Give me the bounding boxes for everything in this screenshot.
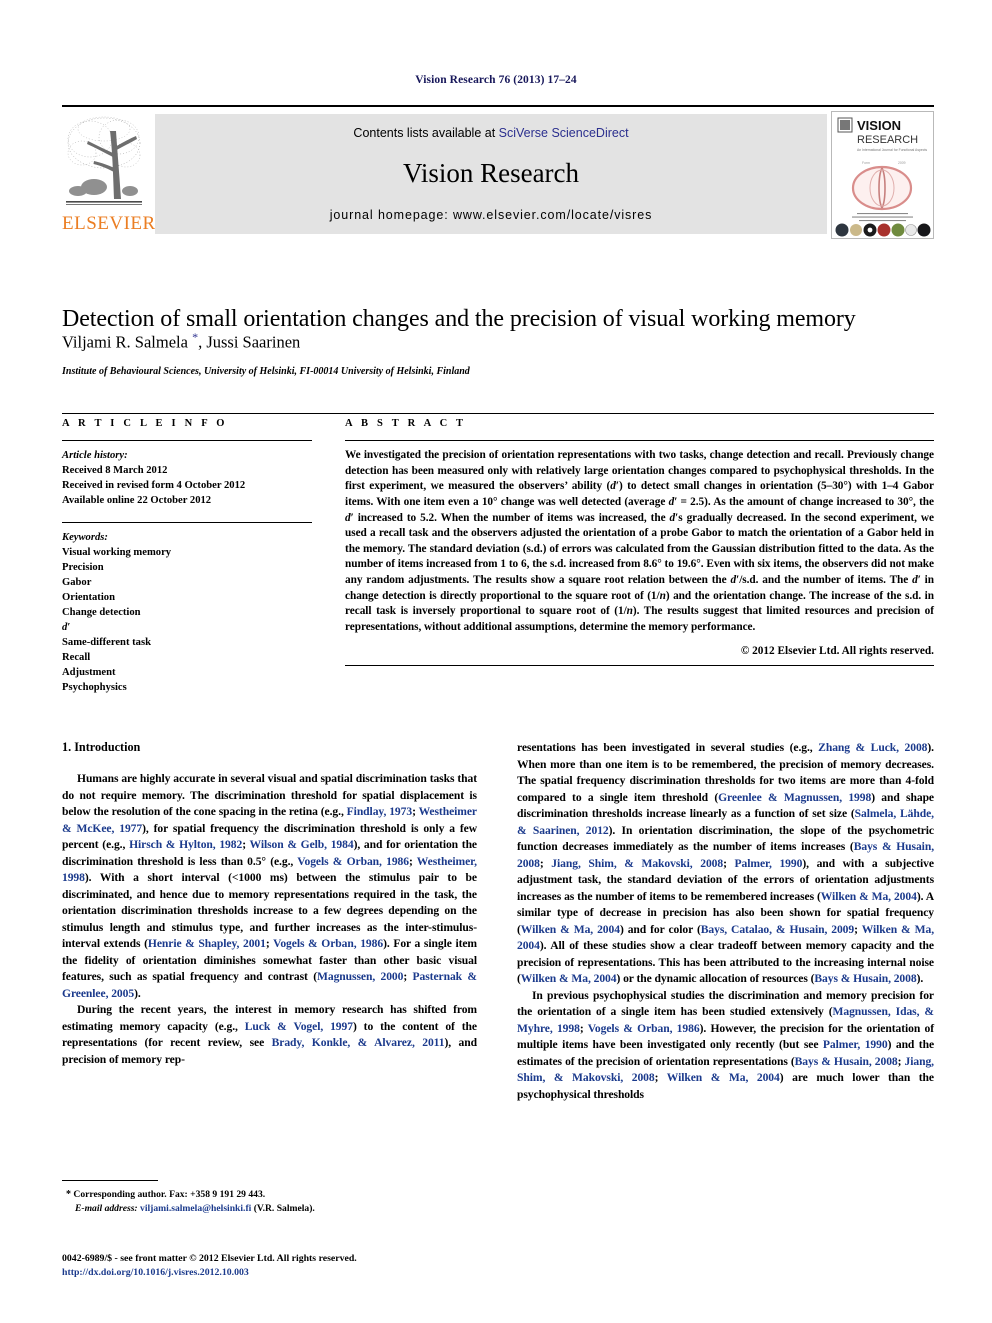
- affiliation: Institute of Behavioural Sciences, Unive…: [62, 366, 470, 377]
- svg-text:VISION: VISION: [857, 118, 901, 133]
- article-history-label: Article history:: [62, 450, 128, 461]
- author-primary: Viljami R. Salmela: [62, 332, 193, 352]
- doi-link[interactable]: http://dx.doi.org/10.1016/j.visres.2012.…: [62, 1266, 562, 1280]
- keyword-2: Gabor: [62, 577, 92, 589]
- article-info-heading: A R T I C L E I N F O: [62, 418, 228, 429]
- article-history: Article history: Received 8 March 2012 R…: [62, 448, 312, 508]
- paper-page: Vision Research 76 (2013) 17–24 ELSEVIER…: [0, 0, 992, 1323]
- keyword-8: Adjustment: [62, 667, 116, 679]
- footnote-email-suffix: (V.R. Salmela).: [251, 1203, 315, 1215]
- elsevier-tree-icon: [64, 113, 144, 209]
- journal-masthead: ELSEVIER Contents lists available at Sci…: [62, 105, 934, 239]
- keyword-3: Orientation: [62, 592, 115, 604]
- running-head: Vision Research 76 (2013) 17–24: [415, 74, 577, 86]
- footnote-block: * Corresponding author. Fax: +358 9 191 …: [62, 1180, 477, 1217]
- keyword-1: Precision: [62, 562, 104, 574]
- abstract-bottom-rule: [345, 664, 934, 666]
- footnote-email-line: E-mail address: viljami.salmela@helsinki…: [62, 1202, 477, 1216]
- svg-text:Form: Form: [862, 161, 870, 165]
- abstract-heading: A B S T R A C T: [345, 418, 467, 429]
- journal-homepage-link[interactable]: journal homepage: www.elsevier.com/locat…: [155, 208, 827, 222]
- history-item-1: Received in revised form 4 October 2012: [62, 480, 246, 492]
- keyword-4: Change detection: [62, 607, 141, 619]
- keyword-5: d′: [62, 622, 71, 634]
- article-info-column: A R T I C L E I N F O Article history: R…: [62, 418, 312, 695]
- footnote-corresponding: * Corresponding author. Fax: +358 9 191 …: [62, 1187, 477, 1202]
- keywords-rule: [62, 522, 312, 524]
- info-abstract-top-rule: [62, 413, 934, 414]
- footnote-rule: [62, 1180, 158, 1181]
- paragraph-left-0: Humans are highly accurate in several vi…: [62, 772, 478, 1000]
- issn-copyright-line: 0042-6989/$ - see front matter © 2012 El…: [62, 1253, 357, 1264]
- sciencedirect-link[interactable]: SciVerse ScienceDirect: [499, 126, 629, 140]
- paragraph-left-1: During the recent years, the interest in…: [62, 1003, 477, 1066]
- section-heading-introduction: 1. Introduction: [62, 740, 141, 754]
- footnote-email-label: E-mail address:: [75, 1203, 138, 1215]
- abstract-body: We investigated the precision of orienta…: [345, 449, 934, 634]
- footnote-asterisk-icon: *: [66, 1189, 71, 1200]
- keyword-7: Recall: [62, 652, 91, 664]
- history-item-2: Available online 22 October 2012: [62, 495, 212, 507]
- article-info-rule: [62, 440, 312, 441]
- journal-cover-thumbnail: VISION RESEARCH An International Journal…: [831, 111, 934, 239]
- paragraph-right-1: In previous psychophysical studies the d…: [517, 988, 935, 1101]
- svg-text:An International Journal for F: An International Journal for Functional …: [857, 148, 927, 152]
- svg-text:RESEARCH: RESEARCH: [857, 134, 918, 146]
- keyword-6: Same-different task: [62, 637, 151, 649]
- keywords-list: Keywords: Visual working memory Precisio…: [62, 530, 312, 695]
- contents-prefix: Contents lists available at: [353, 126, 499, 140]
- keywords-label: Keywords:: [62, 532, 108, 544]
- journal-banner: Contents lists available at SciVerse Sci…: [155, 114, 827, 234]
- author-secondary: , Jussi Saarinen: [198, 332, 301, 352]
- bottom-matter: 0042-6989/$ - see front matter © 2012 El…: [62, 1252, 562, 1280]
- abstract-rule: [345, 440, 934, 441]
- footnote-text: * Corresponding author. Fax: +358 9 191 …: [62, 1187, 477, 1217]
- journal-title: Vision Research: [402, 158, 580, 188]
- abstract-copyright: © 2012 Elsevier Ltd. All rights reserved…: [740, 644, 934, 657]
- history-item-0: Received 8 March 2012: [62, 465, 168, 477]
- keyword-0: Visual working memory: [62, 547, 172, 559]
- contents-lists-line: Contents lists available at SciVerse Sci…: [155, 126, 827, 140]
- footnote-corresponding-text: Corresponding author. Fax: +358 9 191 29…: [73, 1189, 266, 1200]
- footnote-email-link[interactable]: viljami.salmela@helsinki.fi: [140, 1203, 251, 1214]
- abstract-column: A B S T R A C T We investigated the prec…: [345, 418, 934, 666]
- paragraph-right-0: resentations has been investigated in se…: [517, 741, 935, 986]
- author-list: Viljami R. Salmela *, Jussi Saarinen: [62, 330, 942, 353]
- body-column-right: resentations has been investigated in se…: [517, 740, 934, 1103]
- elsevier-wordmark: ELSEVIER: [62, 213, 156, 234]
- body-column-left: 1. Introduction Humans are highly accura…: [62, 740, 477, 1068]
- elsevier-logo: ELSEVIER: [62, 113, 156, 235]
- keyword-9: Psychophysics: [62, 682, 127, 694]
- svg-text:2009: 2009: [898, 161, 906, 165]
